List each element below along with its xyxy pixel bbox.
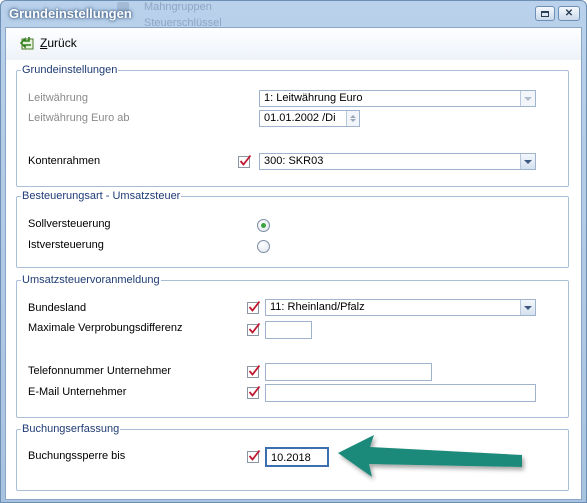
background-menu-item: Mahngruppen bbox=[144, 1, 212, 13]
dropdown-arrow[interactable] bbox=[520, 154, 535, 169]
edit-check-icon[interactable] bbox=[247, 364, 261, 378]
chevron-down-icon bbox=[524, 305, 532, 310]
leitwaehrung-select-value: 1: Leitwährung Euro bbox=[264, 92, 363, 104]
dialog-client-area: Zurück Grundeinstellungen Leitwährung 1:… bbox=[5, 27, 582, 500]
sollversteuerung-radio[interactable] bbox=[257, 219, 270, 232]
dialog-window: Mahngruppen Steuerschlüssel Grundeinstel… bbox=[0, 0, 587, 503]
leitwaehrung-euro-ab-date[interactable]: 01.01.2002 /Di bbox=[259, 110, 360, 127]
kontenrahmen-label: Kontenrahmen bbox=[28, 155, 101, 167]
edit-check-icon[interactable] bbox=[247, 322, 261, 336]
verprobungsdifferenz-input[interactable] bbox=[265, 321, 312, 339]
buchungssperre-label: Buchungssperre bis bbox=[28, 450, 126, 462]
leitwaehrung-euro-ab-label: Leitwährung Euro ab bbox=[28, 112, 130, 124]
close-icon: ✕ bbox=[564, 7, 574, 19]
istversteuerung-radio[interactable] bbox=[257, 240, 270, 253]
telefon-input[interactable] bbox=[265, 363, 432, 381]
kontenrahmen-select-value: 300: SKR03 bbox=[264, 155, 324, 167]
email-input[interactable] bbox=[265, 384, 536, 402]
edit-check-icon[interactable] bbox=[247, 300, 261, 314]
kontenrahmen-select[interactable]: 300: SKR03 bbox=[259, 153, 536, 170]
date-spinner[interactable] bbox=[346, 111, 359, 126]
back-arrow-icon bbox=[20, 36, 36, 50]
dropdown-arrow[interactable] bbox=[520, 300, 535, 315]
back-button[interactable]: Zurück bbox=[20, 36, 77, 50]
group-title: Grundeinstellungen bbox=[21, 64, 119, 77]
edit-check-icon[interactable] bbox=[247, 385, 261, 399]
leitwaehrung-select[interactable]: 1: Leitwährung Euro bbox=[259, 90, 536, 107]
bundesland-select[interactable]: 11: Rheinland/Pfalz bbox=[265, 299, 536, 316]
email-label: E-Mail Unternehmer bbox=[28, 386, 127, 398]
maximize-button[interactable] bbox=[535, 6, 555, 21]
istversteuerung-label: Istversteuerung bbox=[28, 239, 104, 251]
chevron-down-icon bbox=[524, 96, 532, 101]
verprobungsdifferenz-label: Maximale Verprobungsdifferenz bbox=[28, 322, 183, 334]
dropdown-arrow[interactable] bbox=[520, 91, 535, 106]
window-controls: ✕ bbox=[535, 6, 580, 21]
leitwaehrung-euro-ab-value: 01.01.2002 /Di bbox=[264, 112, 336, 124]
edit-check-icon[interactable] bbox=[247, 449, 261, 463]
maximize-icon bbox=[541, 10, 549, 17]
annotation-arrow-icon bbox=[338, 435, 522, 477]
toolbar: Zurück bbox=[6, 28, 581, 60]
group-title: Buchungserfassung bbox=[21, 423, 121, 436]
spin-down-icon bbox=[350, 119, 356, 122]
back-button-label: Zurück bbox=[40, 36, 77, 50]
telefon-label: Telefonnummer Unternehmer bbox=[28, 365, 172, 377]
group-umsatzsteuervoranmeldung: Umsatzsteuervoranmeldung Bundesland 11: … bbox=[16, 274, 569, 418]
bundesland-label: Bundesland bbox=[28, 302, 87, 314]
group-grundeinstellungen: Grundeinstellungen Leitwährung 1: Leitwä… bbox=[16, 64, 569, 187]
group-title: Besteuerungsart - Umsatzsteuer bbox=[21, 190, 182, 203]
close-button[interactable]: ✕ bbox=[558, 6, 580, 21]
sollversteuerung-label: Sollversteuerung bbox=[28, 218, 111, 230]
window-title: Grundeinstellungen bbox=[9, 6, 132, 21]
group-title: Umsatzsteuervoranmeldung bbox=[21, 274, 161, 287]
edit-check-icon[interactable] bbox=[238, 154, 252, 168]
title-bar[interactable]: Mahngruppen Steuerschlüssel Grundeinstel… bbox=[1, 1, 586, 29]
chevron-down-icon bbox=[524, 159, 532, 164]
leitwaehrung-label: Leitwährung bbox=[28, 92, 88, 104]
bundesland-select-value: 11: Rheinland/Pfalz bbox=[270, 301, 365, 313]
buchungssperre-input[interactable]: 10.2018 bbox=[265, 447, 329, 467]
group-besteuerungsart: Besteuerungsart - Umsatzsteuer Sollverst… bbox=[16, 190, 569, 268]
spin-up-icon bbox=[350, 115, 356, 118]
